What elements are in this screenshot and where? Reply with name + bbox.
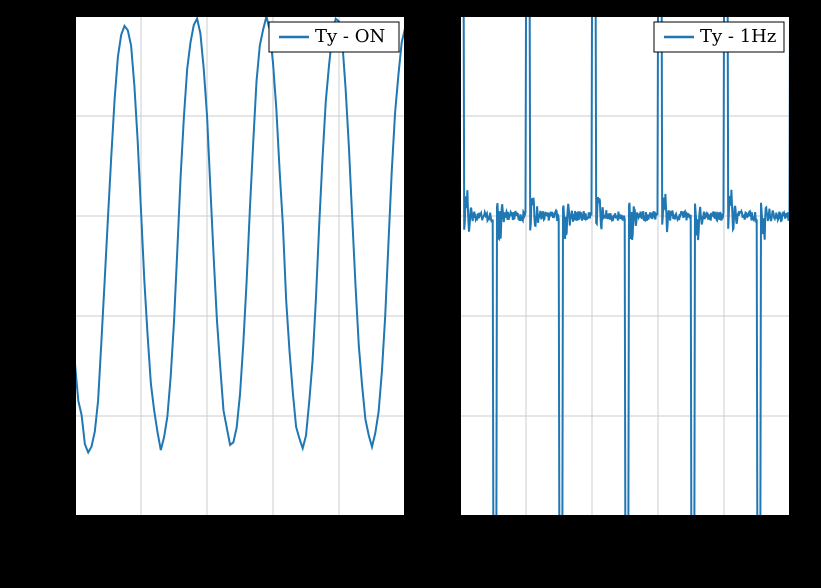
y-tick-label: -4 [432, 406, 448, 425]
x-axis-label: Time [s] [199, 551, 282, 575]
x-tick-label: 2 [202, 526, 212, 545]
y-tick-label: 0 [53, 206, 63, 225]
x-tick-label: 0 [455, 526, 465, 545]
y-tick-label: -6 [47, 506, 63, 525]
legend-label: Ty - ON [315, 26, 385, 47]
x-tick-label: 5 [400, 526, 410, 545]
x-tick-label: 4 [334, 526, 344, 545]
y-tick-label: -4 [47, 406, 63, 425]
y-axis-label: Torque [mNm] [14, 192, 38, 340]
x-tick-label: 3 [268, 526, 278, 545]
x-tick-label: 4 [719, 526, 729, 545]
y-tick-label: 4 [438, 6, 448, 25]
x-tick-label: 1 [521, 526, 531, 545]
y-tick-label: -2 [47, 306, 63, 325]
x-tick-label: 0 [70, 526, 80, 545]
y-tick-label: 2 [438, 106, 448, 125]
y-tick-label: 2 [53, 106, 63, 125]
x-tick-label: 1 [136, 526, 146, 545]
y-tick-label: 0 [438, 206, 448, 225]
x-tick-label: 5 [785, 526, 795, 545]
y-tick-label: -6 [432, 506, 448, 525]
x-tick-label: 3 [653, 526, 663, 545]
y-tick-label: -2 [432, 306, 448, 325]
x-tick-label: 2 [587, 526, 597, 545]
y-tick-label: 4 [53, 6, 63, 25]
legend-label: Ty - 1Hz [700, 26, 776, 47]
x-axis-label: Time [s] [584, 551, 667, 575]
